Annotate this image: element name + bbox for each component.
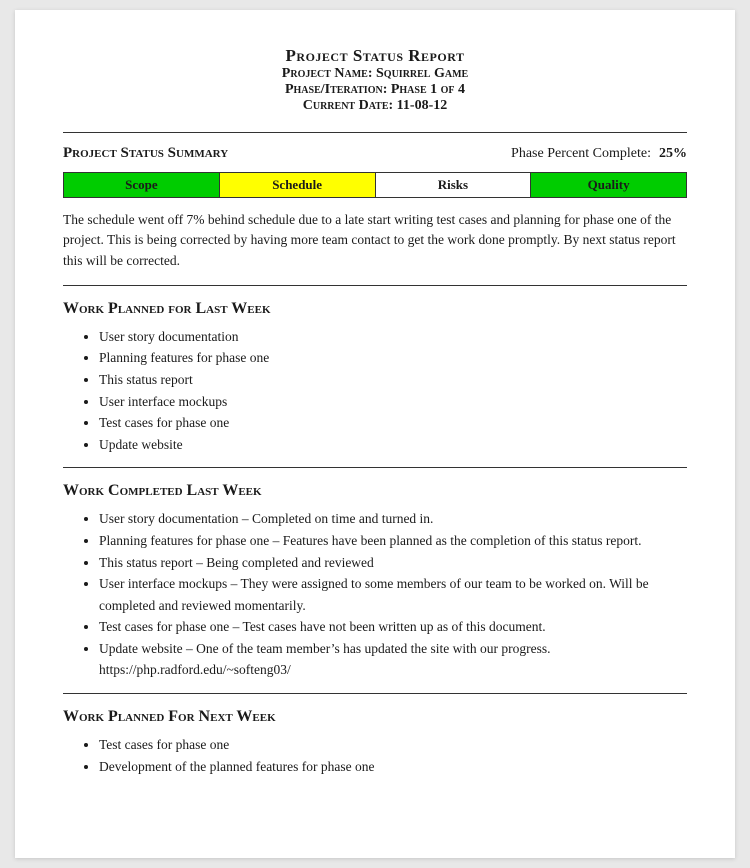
summary-text: The schedule went off 7% behind schedule…	[63, 210, 687, 271]
status-bar: Scope Schedule Risks Quality	[63, 172, 687, 198]
list-item: User story documentation	[99, 326, 687, 348]
quality-cell: Quality	[531, 173, 686, 197]
phase-iteration: Phase/Iteration: Phase 1 of 4	[63, 82, 687, 98]
status-summary-label: Project Status Summary	[63, 145, 228, 162]
status-summary-row: Project Status Summary Phase Percent Com…	[63, 145, 687, 162]
header-divider	[63, 132, 687, 133]
work-planned-last-week-heading: Work Planned for Last Week	[63, 300, 687, 318]
scope-cell: Scope	[64, 173, 220, 197]
schedule-cell: Schedule	[220, 173, 376, 197]
page: Project Status Report Project Name: Squi…	[15, 10, 735, 858]
work-completed-last-week-list: User story documentation – Completed on …	[63, 508, 687, 681]
list-item: User interface mockups – They were assig…	[99, 573, 687, 616]
list-item: This status report – Being completed and…	[99, 552, 687, 574]
phase-percent-label: Phase Percent Complete:	[511, 146, 651, 162]
list-item: This status report	[99, 369, 687, 391]
list-item: Test cases for phase one	[99, 412, 687, 434]
risks-cell: Risks	[376, 173, 532, 197]
list-item: Test cases for phase one	[99, 734, 687, 756]
list-item: Update website – One of the team member’…	[99, 638, 687, 681]
work-planned-last-week-list: User story documentation Planning featur…	[63, 326, 687, 456]
list-item: User interface mockups	[99, 391, 687, 413]
phase-percent: Phase Percent Complete: 25%	[511, 146, 687, 162]
list-item: User story documentation – Completed on …	[99, 508, 687, 530]
list-item: Planning features for phase one	[99, 347, 687, 369]
list-item: Development of the planned features for …	[99, 756, 687, 778]
current-date: Current Date: 11-08-12	[63, 98, 687, 114]
list-item: Test cases for phase one – Test cases ha…	[99, 616, 687, 638]
divider-1	[63, 285, 687, 286]
header: Project Status Report Project Name: Squi…	[63, 46, 687, 114]
list-item: Planning features for phase one – Featur…	[99, 530, 687, 552]
report-title: Project Status Report	[63, 46, 687, 66]
work-planned-next-week-list: Test cases for phase one Development of …	[63, 734, 687, 777]
project-name: Project Name: Squirrel Game	[63, 66, 687, 82]
list-item: Update website	[99, 434, 687, 456]
work-completed-last-week-heading: Work Completed Last Week	[63, 482, 687, 500]
divider-3	[63, 693, 687, 694]
divider-2	[63, 467, 687, 468]
phase-percent-value: 25%	[659, 146, 687, 162]
work-planned-next-week-heading: Work Planned For Next Week	[63, 708, 687, 726]
